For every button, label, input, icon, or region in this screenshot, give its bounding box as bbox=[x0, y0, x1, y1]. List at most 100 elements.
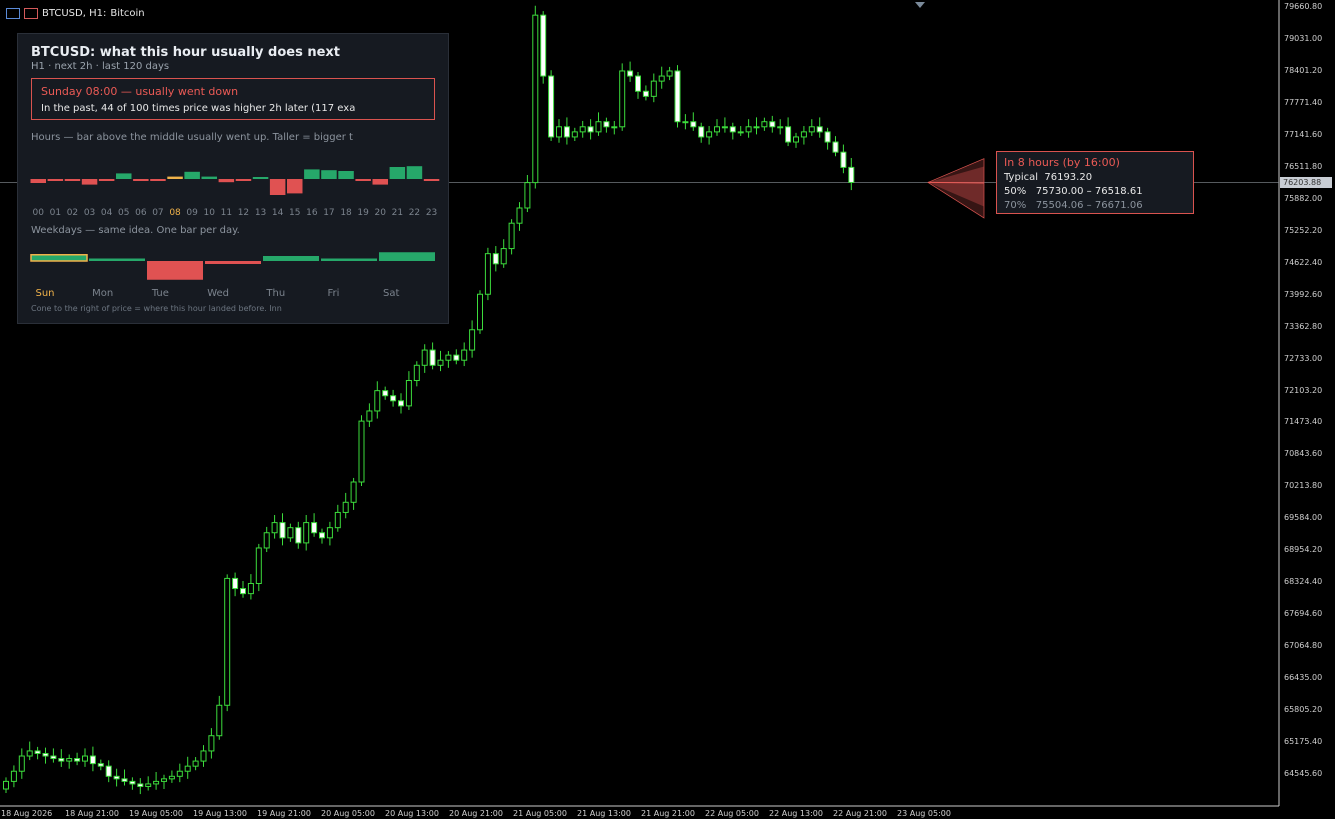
weekday-bars-chart bbox=[30, 252, 435, 280]
price-scale[interactable]: 76203.88 79660.80 79031.00 78401.20 77771.4… bbox=[1279, 0, 1335, 806]
time-label: 22 Aug 21:00 bbox=[833, 809, 887, 818]
candle-body bbox=[666, 70, 673, 77]
band70-label: 70% bbox=[1004, 200, 1027, 211]
scroll-marker-icon bbox=[915, 2, 925, 8]
candle-body bbox=[319, 532, 325, 539]
band50-value: 75730.00 – 76518.61 bbox=[1035, 186, 1143, 197]
price-label: 68954.20 bbox=[1284, 545, 1323, 555]
seasonality-panel: BTCUSD: what this hour usually does next… bbox=[17, 33, 449, 324]
price-label: 76511.80 bbox=[1284, 161, 1323, 171]
candle-body bbox=[200, 750, 207, 762]
weekday-label: Tue bbox=[151, 288, 169, 299]
candle-body bbox=[279, 522, 286, 539]
candle-body bbox=[311, 522, 318, 534]
candle-body bbox=[374, 390, 381, 412]
candle-body bbox=[469, 329, 476, 351]
time-label: 21 Aug 13:00 bbox=[577, 809, 631, 818]
candle-body bbox=[532, 14, 539, 184]
candle-body bbox=[800, 131, 807, 138]
candle-body bbox=[437, 359, 444, 366]
current-price-tag: 76203.88 bbox=[1280, 177, 1332, 189]
forecast-band50-row: 50% 75730.00 – 76518.61 bbox=[1004, 186, 1143, 197]
candle-body bbox=[3, 780, 9, 790]
candle-body bbox=[548, 75, 555, 138]
candle-body bbox=[848, 166, 855, 183]
weekday-bar bbox=[321, 258, 377, 261]
candle-body bbox=[840, 151, 847, 168]
candle-body bbox=[74, 758, 81, 762]
weekday-label: Fri bbox=[327, 288, 340, 299]
candle-body bbox=[405, 380, 412, 407]
candle-body bbox=[777, 126, 784, 129]
candle-body bbox=[255, 547, 262, 584]
candle-body bbox=[769, 121, 776, 128]
candle-body bbox=[587, 126, 594, 133]
candle-body bbox=[334, 511, 341, 529]
band70-value: 75504.06 – 76671.06 bbox=[1035, 200, 1143, 211]
candle-body bbox=[492, 253, 499, 265]
candle-body bbox=[129, 780, 136, 785]
time-axis[interactable]: 18 Aug 2026 18 Aug 21:00 19 Aug 05:00 19 Au… bbox=[0, 806, 1279, 819]
candle-body bbox=[745, 126, 752, 133]
price-label: 79031.00 bbox=[1284, 33, 1323, 43]
candle-body bbox=[785, 126, 792, 143]
price-label: 75252.20 bbox=[1284, 225, 1323, 235]
time-label: 20 Aug 13:00 bbox=[385, 809, 439, 818]
candle-body bbox=[753, 126, 760, 129]
price-label: 70213.80 bbox=[1284, 481, 1323, 491]
weekday-bar bbox=[263, 256, 319, 261]
candle-body bbox=[137, 783, 144, 787]
weekday-label: Sat bbox=[382, 288, 400, 299]
candle-body bbox=[524, 182, 531, 209]
time-label: 20 Aug 21:00 bbox=[449, 809, 503, 818]
time-label: 21 Aug 05:00 bbox=[513, 809, 567, 818]
weekday-bar bbox=[30, 254, 88, 262]
candle-body bbox=[224, 577, 231, 706]
band50-label: 50% bbox=[1004, 186, 1027, 197]
candle-body bbox=[421, 349, 428, 366]
candle-body bbox=[571, 131, 578, 138]
price-label: 65175.40 bbox=[1284, 737, 1323, 747]
candle-body bbox=[390, 395, 397, 402]
price-label: 72103.20 bbox=[1284, 385, 1323, 395]
candle-body bbox=[579, 126, 586, 133]
candle-body bbox=[398, 400, 404, 407]
candle-body bbox=[82, 755, 88, 762]
price-label: 79660.80 bbox=[1284, 2, 1323, 11]
candle-body bbox=[145, 783, 152, 787]
candle-body bbox=[10, 770, 17, 782]
candle-body bbox=[698, 126, 705, 138]
time-label: 23 Aug 05:00 bbox=[897, 809, 951, 818]
candle-body bbox=[603, 121, 610, 128]
weekday-bar bbox=[205, 261, 261, 264]
time-label: 18 Aug 21:00 bbox=[65, 809, 119, 818]
price-label: 73992.60 bbox=[1284, 289, 1323, 299]
candle-body bbox=[706, 131, 713, 138]
time-label: 18 Aug 2026 bbox=[1, 809, 53, 818]
candle-body bbox=[303, 522, 310, 544]
candle-body bbox=[161, 778, 167, 782]
candle-body bbox=[240, 588, 246, 595]
price-label: 77141.60 bbox=[1284, 129, 1323, 139]
candle-body bbox=[690, 121, 697, 128]
candle-body bbox=[97, 763, 104, 767]
price-label: 72733.00 bbox=[1284, 353, 1323, 363]
price-label: 70843.60 bbox=[1284, 449, 1323, 459]
candle-body bbox=[445, 354, 452, 361]
candle-body bbox=[650, 80, 657, 97]
weekday-label: Mon bbox=[92, 288, 114, 299]
price-label: 75882.00 bbox=[1284, 193, 1323, 203]
candle-body bbox=[263, 532, 270, 549]
candle-body bbox=[461, 349, 468, 361]
candle-body bbox=[50, 755, 57, 760]
candle-body bbox=[658, 75, 665, 82]
typical-value: 76193.20 bbox=[1044, 172, 1093, 183]
candle-body bbox=[793, 136, 799, 143]
candle-body bbox=[232, 577, 239, 590]
candle-body bbox=[714, 126, 720, 133]
candle-body bbox=[642, 90, 649, 97]
time-label: 19 Aug 13:00 bbox=[193, 809, 247, 818]
candle-body bbox=[153, 780, 160, 785]
candle-body bbox=[816, 126, 823, 133]
candle-body bbox=[271, 522, 278, 534]
